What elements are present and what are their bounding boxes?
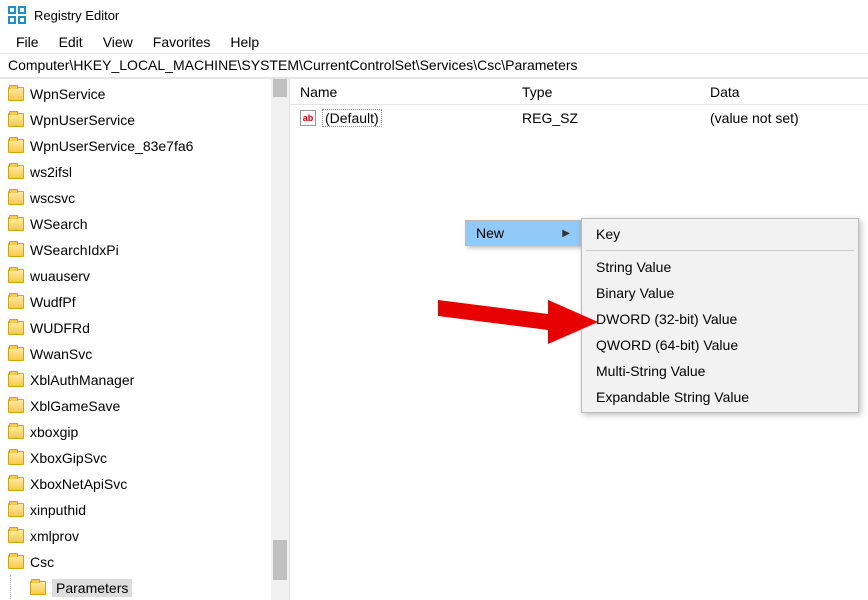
tree-item-label: XblAuthManager <box>30 372 134 388</box>
context-submenu-item[interactable]: Key <box>582 221 858 247</box>
folder-icon <box>8 269 24 283</box>
menu-help[interactable]: Help <box>220 32 269 52</box>
tree-item[interactable]: xboxgip <box>0 419 289 445</box>
tree-item-label: Csc <box>30 554 54 570</box>
col-header-name[interactable]: Name <box>290 84 512 100</box>
folder-icon <box>8 477 24 491</box>
tree-item[interactable]: WpnUserService <box>0 107 289 133</box>
tree-item-label: wuauserv <box>30 268 90 284</box>
tree-item[interactable]: wscsvc <box>0 185 289 211</box>
folder-icon <box>8 113 24 127</box>
tree-item[interactable]: WSearchIdxPi <box>0 237 289 263</box>
tree-scrollbar[interactable] <box>271 79 289 600</box>
menubar: File Edit View Favorites Help <box>0 30 868 54</box>
context-menu-new-label: New <box>476 225 504 241</box>
tree-item[interactable]: wuauserv <box>0 263 289 289</box>
tree-item[interactable]: WudfPf <box>0 289 289 315</box>
menu-favorites[interactable]: Favorites <box>143 32 221 52</box>
tree-item-label: Parameters <box>52 579 132 597</box>
chevron-right-icon: ▶ <box>562 228 570 239</box>
folder-icon <box>8 451 24 465</box>
tree-item-label: WpnService <box>30 86 105 102</box>
folder-icon <box>8 373 24 387</box>
folder-icon <box>8 191 24 205</box>
tree-item[interactable]: Csc <box>0 549 289 575</box>
address-bar[interactable]: Computer\HKEY_LOCAL_MACHINE\SYSTEM\Curre… <box>0 54 868 78</box>
tree-panel: WpnService WpnUserService WpnUserService_8… <box>0 79 290 600</box>
tree-item[interactable]: WUDFRd <box>0 315 289 341</box>
folder-icon <box>8 243 24 257</box>
list-row[interactable]: ab (Default) REG_SZ (value not set) <box>290 105 868 131</box>
string-value-icon: ab <box>300 110 316 126</box>
tree-item[interactable]: XblGameSave <box>0 393 289 419</box>
folder-icon <box>30 581 46 595</box>
tree-item[interactable]: Parameters <box>0 575 289 600</box>
tree-item[interactable]: WpnService <box>0 81 289 107</box>
tree-item-label: WUDFRd <box>30 320 90 336</box>
context-submenu-item[interactable]: DWORD (32-bit) Value <box>582 306 858 332</box>
list-header: Name Type Data <box>290 79 868 105</box>
tree-item-label: WpnUserService <box>30 112 135 128</box>
context-submenu-item[interactable]: String Value <box>582 254 858 280</box>
folder-icon <box>8 425 24 439</box>
folder-icon <box>8 529 24 543</box>
folder-icon <box>8 295 24 309</box>
tree[interactable]: WpnService WpnUserService WpnUserService_8… <box>0 79 289 600</box>
context-submenu-item[interactable]: Multi-String Value <box>582 358 858 384</box>
value-type: REG_SZ <box>512 110 700 126</box>
menu-view[interactable]: View <box>93 32 143 52</box>
folder-icon <box>8 555 24 569</box>
context-submenu-item[interactable]: Expandable String Value <box>582 384 858 410</box>
tree-item-label: XboxNetApiSvc <box>30 476 127 492</box>
tree-item[interactable]: XboxGipSvc <box>0 445 289 471</box>
tree-item-label: WSearchIdxPi <box>30 242 119 258</box>
tree-item-label: WpnUserService_83e7fa6 <box>30 138 193 154</box>
col-header-type[interactable]: Type <box>512 84 700 100</box>
tree-item-label: wscsvc <box>30 190 75 206</box>
tree-item[interactable]: xmlprov <box>0 523 289 549</box>
tree-item-label: XboxGipSvc <box>30 450 107 466</box>
col-header-data[interactable]: Data <box>700 84 868 100</box>
scroll-up-arrow[interactable] <box>273 79 287 97</box>
address-path: Computer\HKEY_LOCAL_MACHINE\SYSTEM\Curre… <box>8 57 578 73</box>
tree-item[interactable]: XboxNetApiSvc <box>0 471 289 497</box>
menu-file[interactable]: File <box>6 32 49 52</box>
tree-item-label: xboxgip <box>30 424 78 440</box>
value-data: (value not set) <box>700 110 868 126</box>
app-icon <box>8 6 26 24</box>
tree-item[interactable]: ws2ifsl <box>0 159 289 185</box>
tree-item-label: WwanSvc <box>30 346 92 362</box>
tree-item[interactable]: WpnUserService_83e7fa6 <box>0 133 289 159</box>
titlebar: Registry Editor <box>0 0 868 30</box>
tree-item[interactable]: xinputhid <box>0 497 289 523</box>
folder-icon <box>8 321 24 335</box>
tree-item[interactable]: XblAuthManager <box>0 367 289 393</box>
context-menu: New ▶ <box>465 220 581 246</box>
menu-separator <box>586 250 854 251</box>
context-submenu-item[interactable]: QWORD (64-bit) Value <box>582 332 858 358</box>
tree-item[interactable]: WSearch <box>0 211 289 237</box>
context-submenu: Key String ValueBinary ValueDWORD (32-bit… <box>581 218 859 413</box>
folder-icon <box>8 399 24 413</box>
folder-icon <box>8 139 24 153</box>
tree-item-label: WudfPf <box>30 294 76 310</box>
tree-item[interactable]: WwanSvc <box>0 341 289 367</box>
scroll-thumb[interactable] <box>273 540 287 580</box>
folder-icon <box>8 87 24 101</box>
value-name: (Default) <box>322 109 382 127</box>
app-title: Registry Editor <box>34 8 119 23</box>
menu-edit[interactable]: Edit <box>49 32 93 52</box>
tree-item-label: WSearch <box>30 216 88 232</box>
folder-icon <box>8 503 24 517</box>
folder-icon <box>8 347 24 361</box>
tree-item-label: xmlprov <box>30 528 79 544</box>
context-submenu-item[interactable]: Binary Value <box>582 280 858 306</box>
folder-icon <box>8 217 24 231</box>
folder-icon <box>8 165 24 179</box>
tree-item-label: xinputhid <box>30 502 86 518</box>
tree-item-label: XblGameSave <box>30 398 120 414</box>
tree-item-label: ws2ifsl <box>30 164 72 180</box>
context-menu-new[interactable]: New ▶ <box>466 221 580 245</box>
